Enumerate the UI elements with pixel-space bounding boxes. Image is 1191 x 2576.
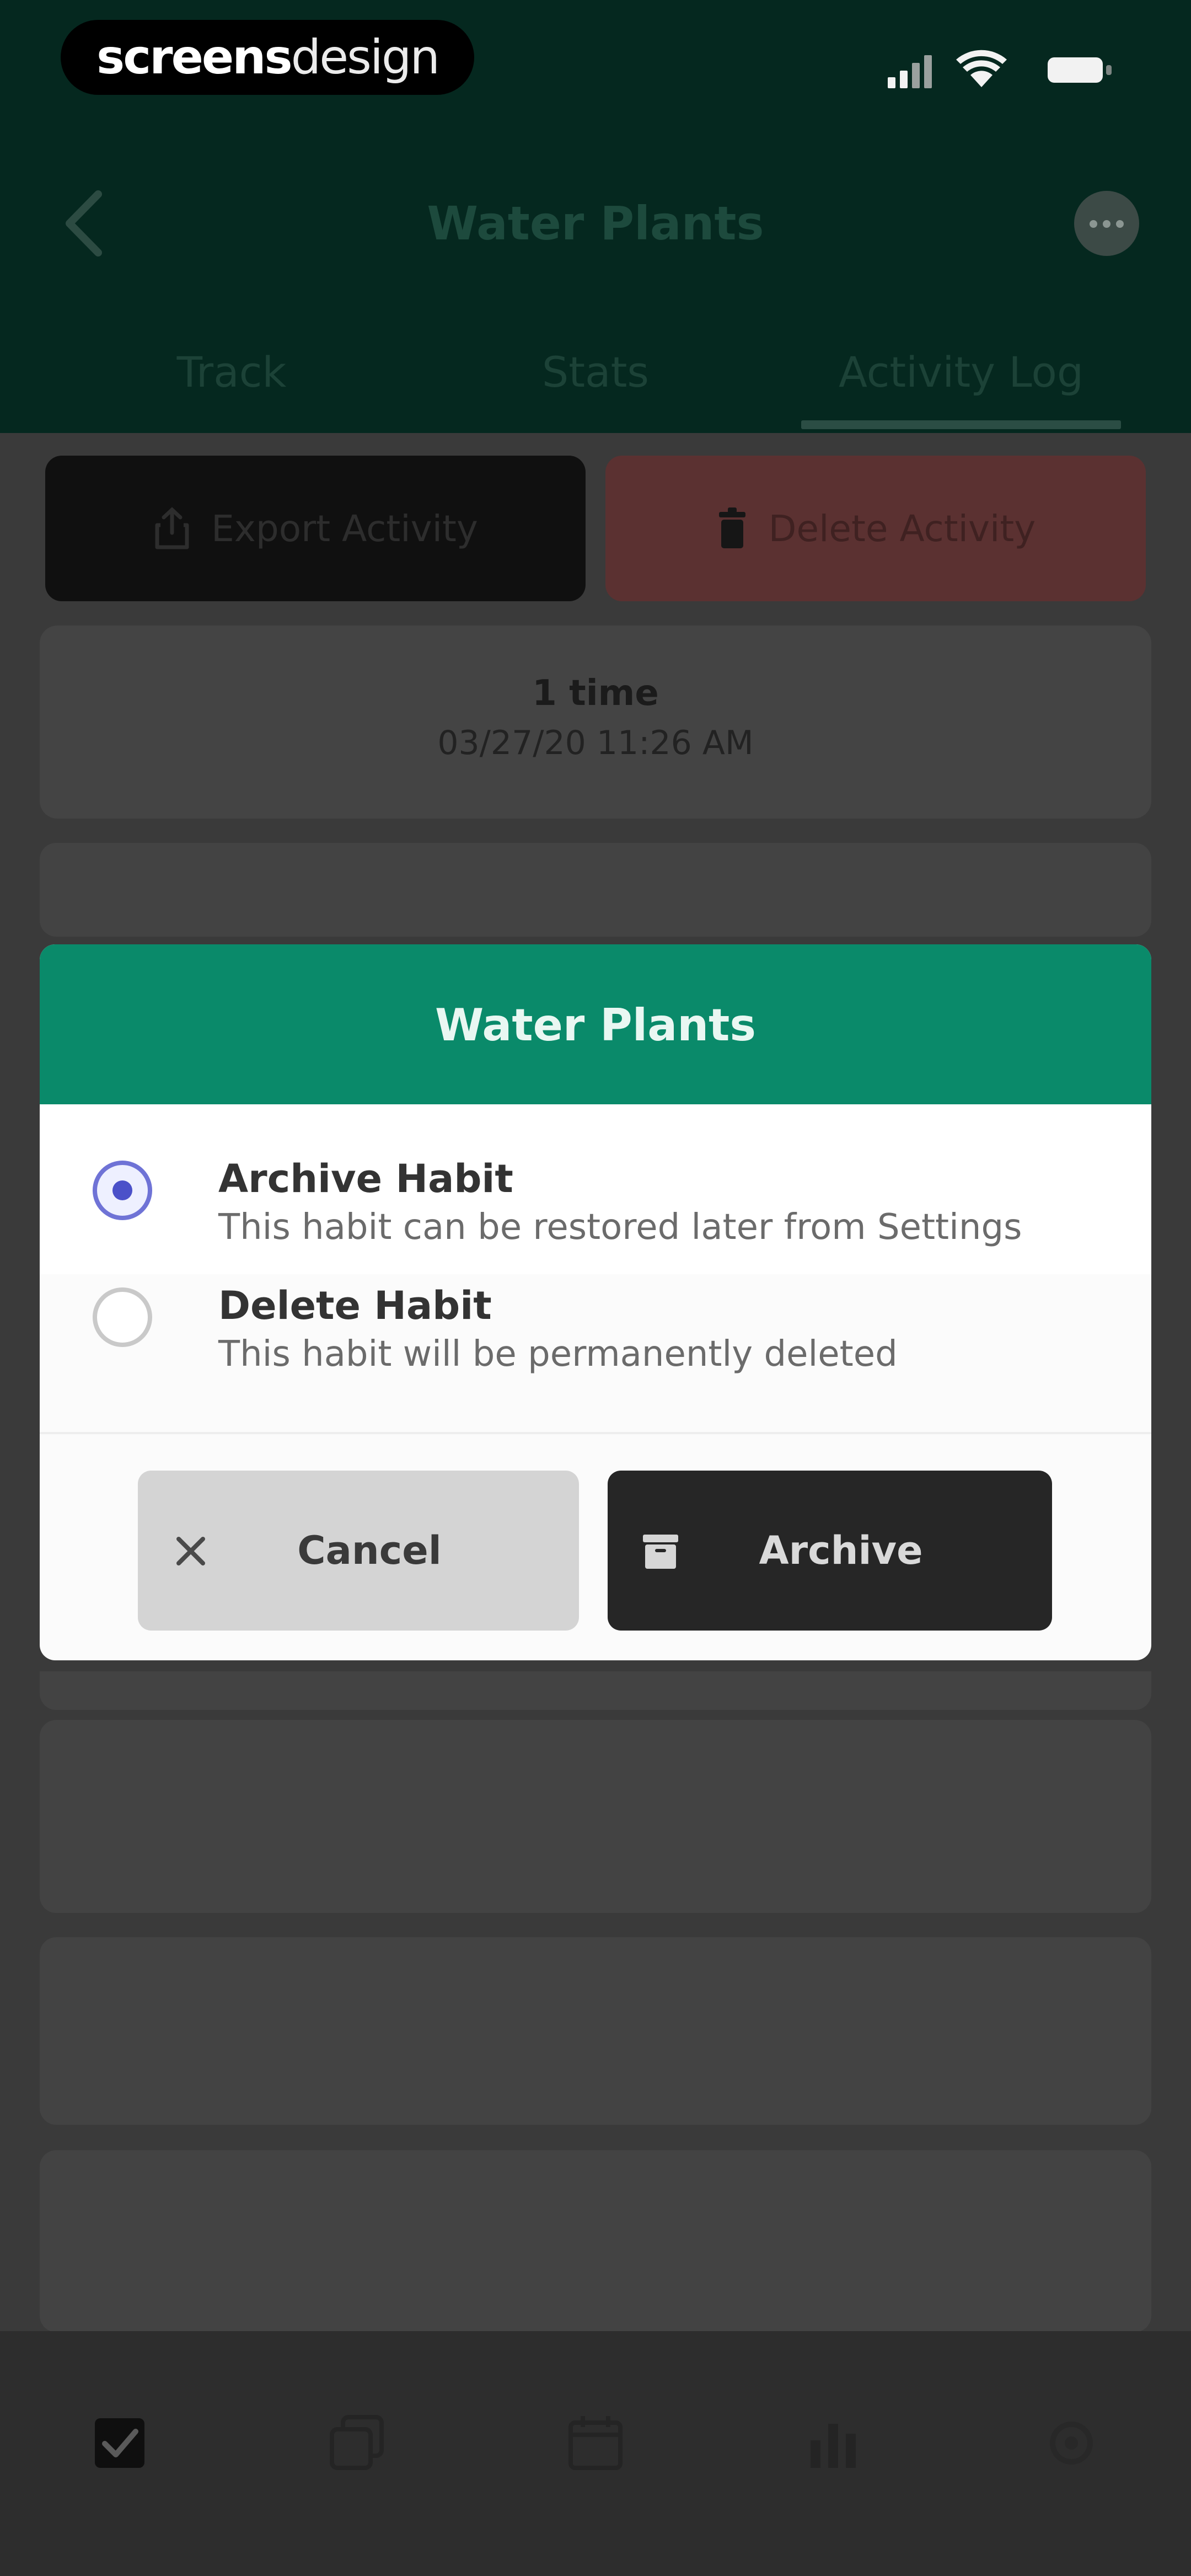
delete-activity-button[interactable]: Delete Activity <box>605 456 1146 601</box>
settings-icon[interactable] <box>1041 2413 1102 2473</box>
checkbox-icon[interactable] <box>89 2413 150 2473</box>
export-activity-label: Export Activity <box>211 507 478 550</box>
archive-delete-dialog: Water Plants Archive Habit This habit ca… <box>40 944 1151 1660</box>
dialog-title: Water Plants <box>434 1000 757 1051</box>
activity-entry-card <box>40 2150 1151 2332</box>
stacked-cards-icon[interactable] <box>326 2413 387 2473</box>
trash-icon <box>718 507 745 548</box>
activity-entry-card <box>40 1720 1151 1913</box>
more-dot <box>1116 220 1124 228</box>
archive-habit-description: This habit can be restored later from Se… <box>218 1207 1022 1248</box>
export-activity-button[interactable]: Export Activity <box>45 456 586 601</box>
screen: screens design Water Plants Track Stats … <box>0 0 1191 2576</box>
cellular-signal-icon <box>888 55 932 88</box>
active-tab-indicator <box>801 420 1121 429</box>
archive-button[interactable]: Archive <box>608 1471 1052 1631</box>
tab-stats[interactable]: Stats <box>436 342 755 403</box>
entry-count: 1 time <box>532 673 659 714</box>
brand-watermark: screens design <box>61 20 474 95</box>
calendar-icon[interactable] <box>565 2413 626 2473</box>
bottom-tab-bar <box>0 2331 1191 2576</box>
entry-timestamp: 03/27/20 11:26 AM <box>437 724 754 762</box>
cancel-button[interactable]: Cancel <box>138 1471 579 1631</box>
delete-habit-option[interactable]: Delete Habit This habit will be permanen… <box>93 1281 1129 1397</box>
delete-habit-title: Delete Habit <box>218 1283 492 1328</box>
brand-bold-text: screens <box>96 30 293 85</box>
archive-habit-title: Archive Habit <box>218 1156 513 1201</box>
archive-habit-radio[interactable] <box>93 1161 152 1220</box>
dialog-header: Water Plants <box>40 944 1151 1104</box>
activity-entry-card <box>40 843 1151 937</box>
activity-entry-card <box>40 1671 1151 1710</box>
wifi-icon <box>956 50 1007 87</box>
delete-activity-label: Delete Activity <box>768 507 1036 550</box>
segment-tabs: Track Stats Activity Log <box>0 320 1191 433</box>
share-icon <box>155 507 189 549</box>
archive-label: Archive <box>759 1528 923 1573</box>
cancel-label: Cancel <box>297 1528 442 1573</box>
bar-chart-icon[interactable] <box>803 2413 863 2473</box>
battery-icon <box>1048 57 1112 83</box>
tab-activity-log[interactable]: Activity Log <box>801 342 1121 403</box>
status-icons <box>888 50 1112 88</box>
more-dot <box>1103 220 1110 228</box>
delete-habit-description: This habit will be permanently deleted <box>218 1334 898 1375</box>
more-dot <box>1090 220 1097 228</box>
activity-entry-card[interactable]: 1 time 03/27/20 11:26 AM <box>40 626 1151 819</box>
back-chevron-icon[interactable] <box>55 188 116 259</box>
activity-entry-card <box>40 1937 1151 2125</box>
archive-habit-option[interactable]: Archive Habit This habit can be restored… <box>93 1154 1129 1270</box>
more-dots-icon[interactable] <box>1074 191 1139 256</box>
tab-track[interactable]: Track <box>72 342 391 403</box>
dialog-divider <box>40 1432 1151 1434</box>
app-header: screens design Water Plants Track Stats … <box>0 0 1191 433</box>
page-title: Water Plants <box>427 196 764 250</box>
brand-light-text: design <box>291 30 440 85</box>
delete-habit-radio[interactable] <box>93 1287 152 1347</box>
